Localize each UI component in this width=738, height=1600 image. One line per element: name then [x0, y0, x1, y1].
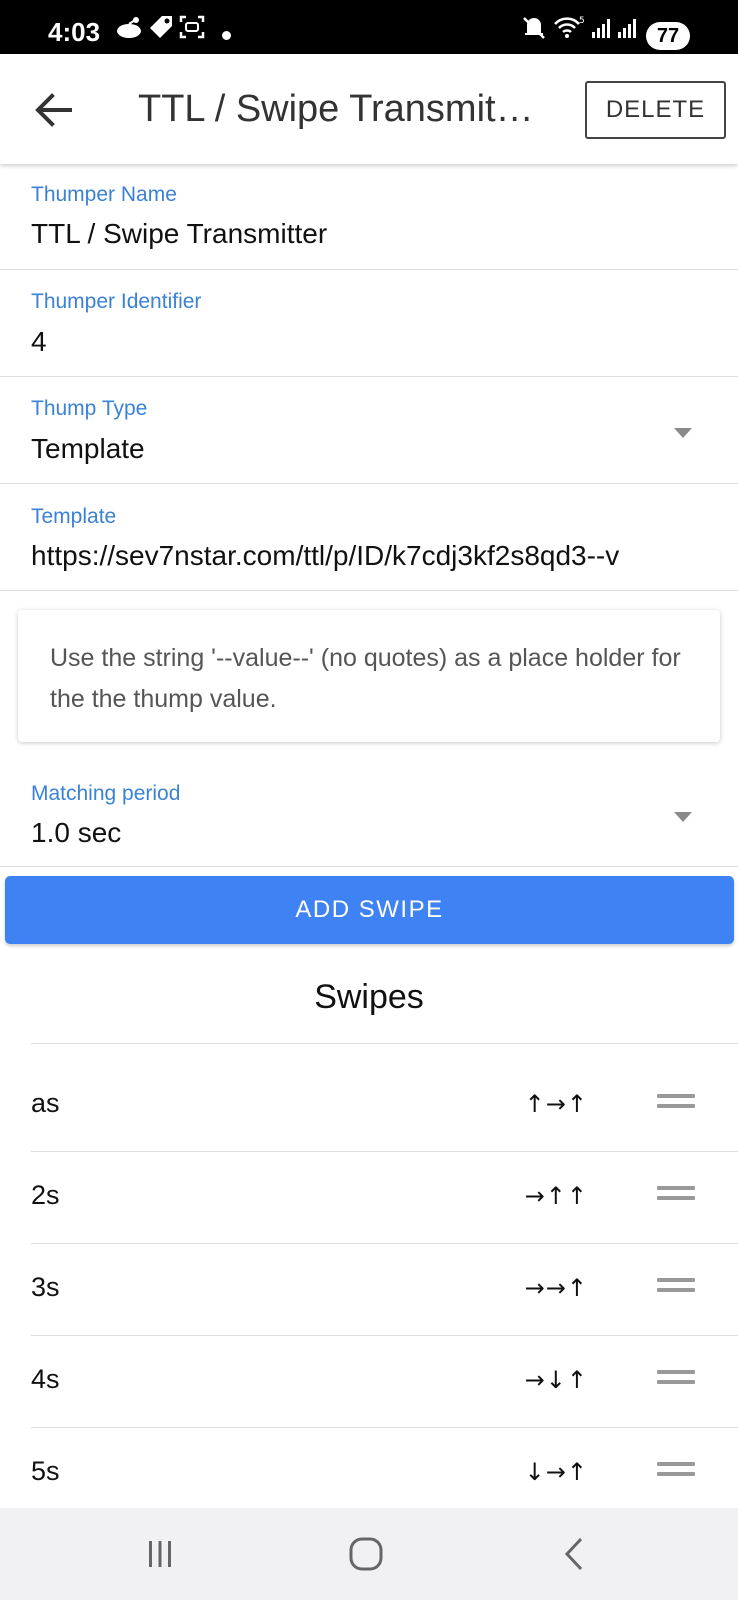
page-title: TTL / Swipe Transmitter	[138, 88, 536, 130]
notification-app-icon	[117, 17, 141, 38]
mute-icon	[523, 17, 545, 39]
swipe-list-item[interactable]: 2s →↑↑	[31, 1152, 738, 1244]
swipe-pattern: →↓↑	[524, 1366, 588, 1394]
nav-back-button[interactable]	[544, 1528, 604, 1580]
battery-indicator: 77	[646, 22, 690, 50]
swipe-pattern: →↑↑	[524, 1182, 588, 1210]
thumper-name-field[interactable]: Thumper Name TTL / Swipe Transmitter	[0, 164, 738, 270]
swipe-pattern: ↓→↑	[524, 1458, 588, 1486]
template-field[interactable]: Template https://sev7nstar.com/ttl/p/ID/…	[0, 484, 738, 591]
thump-type-label: Thump Type	[31, 397, 148, 420]
swipe-name: as	[31, 1088, 60, 1118]
thumper-name-input[interactable]: TTL / Swipe Transmitter	[31, 218, 327, 250]
back-button[interactable]	[28, 84, 80, 136]
status-bar: 4:03 5 77	[0, 0, 738, 54]
recent-apps-icon	[149, 1541, 171, 1567]
swipe-name: 4s	[31, 1364, 60, 1394]
swipe-name: 2s	[31, 1180, 60, 1210]
screenshot-icon	[179, 15, 205, 39]
thump-type-select[interactable]: Thump Type Template	[0, 377, 738, 484]
matching-period-label: Matching period	[31, 782, 181, 805]
back-arrow-icon	[35, 93, 72, 127]
system-nav-bar	[0, 1508, 738, 1600]
swipe-list-item[interactable]: 4s →↓↑	[31, 1336, 738, 1428]
home-icon	[349, 1537, 383, 1571]
drag-handle-icon[interactable]	[657, 1366, 697, 1396]
template-input[interactable]: https://sev7nstar.com/ttl/p/ID/k7cdj3kf2…	[31, 540, 721, 572]
swipe-list-item[interactable]: 5s ↓→↑	[31, 1428, 738, 1520]
thump-type-value: Template	[31, 433, 145, 464]
nav-back-icon	[564, 1537, 583, 1571]
swipes-section-title: Swipes	[314, 978, 424, 1016]
dropdown-arrow-icon	[674, 812, 692, 822]
drag-handle-icon[interactable]	[657, 1090, 697, 1120]
status-time: 4:03	[48, 17, 101, 47]
thumper-identifier-label: Thumper Identifier	[31, 290, 202, 313]
swipe-name: 3s	[31, 1272, 60, 1302]
home-button[interactable]	[336, 1528, 396, 1580]
swipe-pattern: →→↑	[524, 1274, 588, 1302]
info-card: Use the string '--value--' (no quotes) a…	[18, 610, 720, 742]
swipe-pattern: ↑→↑	[524, 1090, 588, 1118]
thumper-identifier-field[interactable]: Thumper Identifier 4	[0, 270, 738, 377]
svg-text:5: 5	[579, 16, 585, 26]
divider	[31, 1043, 738, 1044]
swipe-list-item[interactable]: 3s →→↑	[31, 1244, 738, 1336]
signal-icon	[592, 19, 610, 38]
template-label: Template	[31, 505, 117, 528]
thumper-identifier-input[interactable]: 4	[31, 326, 47, 358]
notification-dot	[222, 31, 231, 40]
swipe-list-item[interactable]: as ↑→↑	[31, 1060, 738, 1152]
tag-icon	[150, 16, 172, 38]
app-bar: TTL / Swipe Transmitter DELETE	[0, 54, 738, 164]
signal-icon-2	[618, 19, 636, 38]
add-swipe-button[interactable]: ADD SWIPE	[5, 876, 734, 944]
dropdown-arrow-icon	[674, 428, 692, 438]
delete-button[interactable]: DELETE	[585, 81, 726, 139]
matching-period-value: 1.0 sec	[31, 817, 122, 848]
thumper-name-label: Thumper Name	[31, 183, 177, 206]
drag-handle-icon[interactable]	[657, 1458, 697, 1488]
drag-handle-icon[interactable]	[657, 1182, 697, 1212]
info-text: Use the string '--value--' (no quotes) a…	[50, 644, 681, 713]
drag-handle-icon[interactable]	[657, 1274, 697, 1304]
recent-apps-button[interactable]	[130, 1528, 190, 1580]
swipe-name: 5s	[31, 1456, 60, 1486]
wifi-icon: 5	[554, 16, 585, 38]
matching-period-select[interactable]: Matching period 1.0 sec	[0, 760, 738, 867]
